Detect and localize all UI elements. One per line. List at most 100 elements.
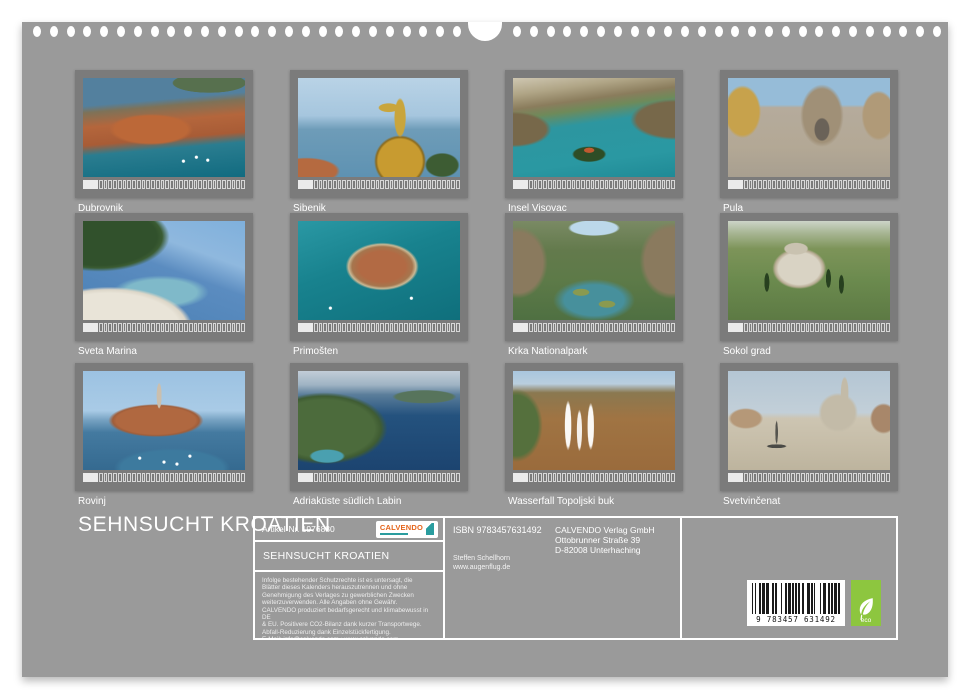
hanger-notch: [468, 22, 502, 41]
thumbnail-caption: Rovinj: [75, 496, 253, 507]
calendar-thumbnail-card: [290, 213, 468, 341]
thumbnail-cell: Adriaküste südlich Labin: [290, 363, 468, 507]
binding-hole: [849, 26, 857, 37]
photo-primosten: [298, 221, 460, 320]
thumbnail-cell: Svetvinčenat: [720, 363, 898, 507]
photo-adriakueste-suedlich-labin: [298, 371, 460, 470]
calendar-title: SEHNSUCHT KROATIEN: [78, 513, 331, 537]
imprint-middle-column: ISBN 9783457631492 CALVENDO Verlag GmbH …: [445, 518, 682, 638]
mini-month-box: [83, 473, 98, 482]
thumbnail-cell: Sibenik: [290, 70, 468, 214]
binding-hole: [403, 26, 411, 37]
binding-hole: [83, 26, 91, 37]
binding-hole: [748, 26, 756, 37]
binding-hole: [33, 26, 41, 37]
binding-hole: [715, 26, 723, 37]
photo-sveta-marina: [83, 221, 245, 320]
mini-calendar-strip: [728, 323, 890, 332]
binding-hole: [698, 26, 706, 37]
mini-month-box: [83, 180, 98, 189]
mini-month-box: [298, 180, 313, 189]
binding-hole: [386, 26, 394, 37]
calendar-thumbnail-card: [75, 70, 253, 198]
thumbnail-row-1: Dubrovnik Sibenik Insel Visovac Pula: [75, 70, 898, 214]
thumbnail-caption: Adriaküste südlich Labin: [290, 496, 468, 507]
binding-hole: [933, 26, 941, 37]
photo-sibenik: [298, 78, 460, 177]
binding-hole: [547, 26, 555, 37]
binding-hole: [67, 26, 75, 37]
barcode: 9 783457 631492: [747, 580, 845, 626]
binding-hole: [731, 26, 739, 37]
binding-hole: [631, 26, 639, 37]
photo-krka-nationalpark: [513, 221, 675, 320]
mini-calendar-strip: [728, 180, 890, 189]
imprint-box: Artikel-Nr. 1976880 CALVENDO SEHNSUCHT K…: [253, 516, 898, 640]
mini-calendar-strip: [83, 323, 245, 332]
binding-hole: [832, 26, 840, 37]
calendar-thumbnail-card: [75, 213, 253, 341]
legal-text: Infolge bestehender Schutzrechte ist es …: [255, 572, 443, 638]
calendar-thumbnail-card: [75, 363, 253, 491]
calendar-back-cover: Dubrovnik Sibenik Insel Visovac Pula: [0, 0, 971, 700]
binding-hole: [681, 26, 689, 37]
calendar-thumbnail-card: [720, 213, 898, 341]
thumbnail-cell: Krka Nationalpark: [505, 213, 683, 357]
calvendo-logo: CALVENDO: [376, 521, 438, 538]
thumbnail-cell: Dubrovnik: [75, 70, 253, 214]
binding-hole: [597, 26, 605, 37]
mini-month-box: [513, 473, 528, 482]
imprint-right-column: 9 783457 631492 eco: [682, 518, 896, 638]
mini-calendar-strip: [728, 473, 890, 482]
calendar-thumbnail-card: [505, 363, 683, 491]
calendar-thumbnail-card: [290, 70, 468, 198]
binding-hole: [50, 26, 58, 37]
binding-hole: [419, 26, 427, 37]
photo-svetvincenat: [728, 371, 890, 470]
mini-month-box: [83, 323, 98, 332]
mini-month-box: [513, 323, 528, 332]
binding-hole: [285, 26, 293, 37]
calendar-thumbnail-card: [505, 70, 683, 198]
publisher-address: CALVENDO Verlag GmbH Ottobrunner Straße …: [555, 525, 655, 555]
calvendo-logo-mark-icon: [426, 523, 434, 535]
photo-insel-visovac: [513, 78, 675, 177]
product-title: SEHNSUCHT KROATIEN: [255, 542, 443, 572]
mini-calendar-strip: [298, 473, 460, 482]
calvendo-logo-tagline: [380, 533, 408, 535]
thumbnail-caption: Svetvinčenat: [720, 496, 898, 507]
isbn-number: ISBN 9783457631492: [453, 525, 542, 535]
binding-hole: [268, 26, 276, 37]
calvendo-logo-text: CALVENDO: [380, 524, 423, 532]
photo-wasserfall-topoljski-buk: [513, 371, 675, 470]
binding-hole: [151, 26, 159, 37]
binding-hole: [815, 26, 823, 37]
mini-month-box: [513, 180, 528, 189]
binding-hole: [369, 26, 377, 37]
calendar-page: Dubrovnik Sibenik Insel Visovac Pula: [22, 22, 948, 677]
mini-calendar-strip: [513, 473, 675, 482]
mini-month-box: [728, 473, 743, 482]
barcode-bars: [752, 583, 840, 614]
binding-hole: [916, 26, 924, 37]
thumbnail-cell: Pula: [720, 70, 898, 214]
binding-hole: [335, 26, 343, 37]
binding-hole: [167, 26, 175, 37]
thumbnail-caption: Wasserfall Topoljski buk: [505, 496, 683, 507]
binding-hole: [563, 26, 571, 37]
thumbnail-row-2: Sveta Marina Primošten Krka Nationalpark…: [75, 213, 898, 357]
binding-hole: [765, 26, 773, 37]
binding-hole: [251, 26, 259, 37]
binding-hole: [647, 26, 655, 37]
thumbnail-caption: Krka Nationalpark: [505, 346, 683, 357]
binding-hole: [100, 26, 108, 37]
binding-hole: [201, 26, 209, 37]
thumbnail-cell: Insel Visovac: [505, 70, 683, 214]
photo-dubrovnik: [83, 78, 245, 177]
mini-calendar-strip: [298, 180, 460, 189]
binding-hole: [664, 26, 672, 37]
barcode-digits: 9 783457 631492: [752, 615, 840, 624]
mini-calendar-strip: [298, 323, 460, 332]
thumbnail-caption: Primošten: [290, 346, 468, 357]
eco-text: eco: [861, 617, 871, 624]
